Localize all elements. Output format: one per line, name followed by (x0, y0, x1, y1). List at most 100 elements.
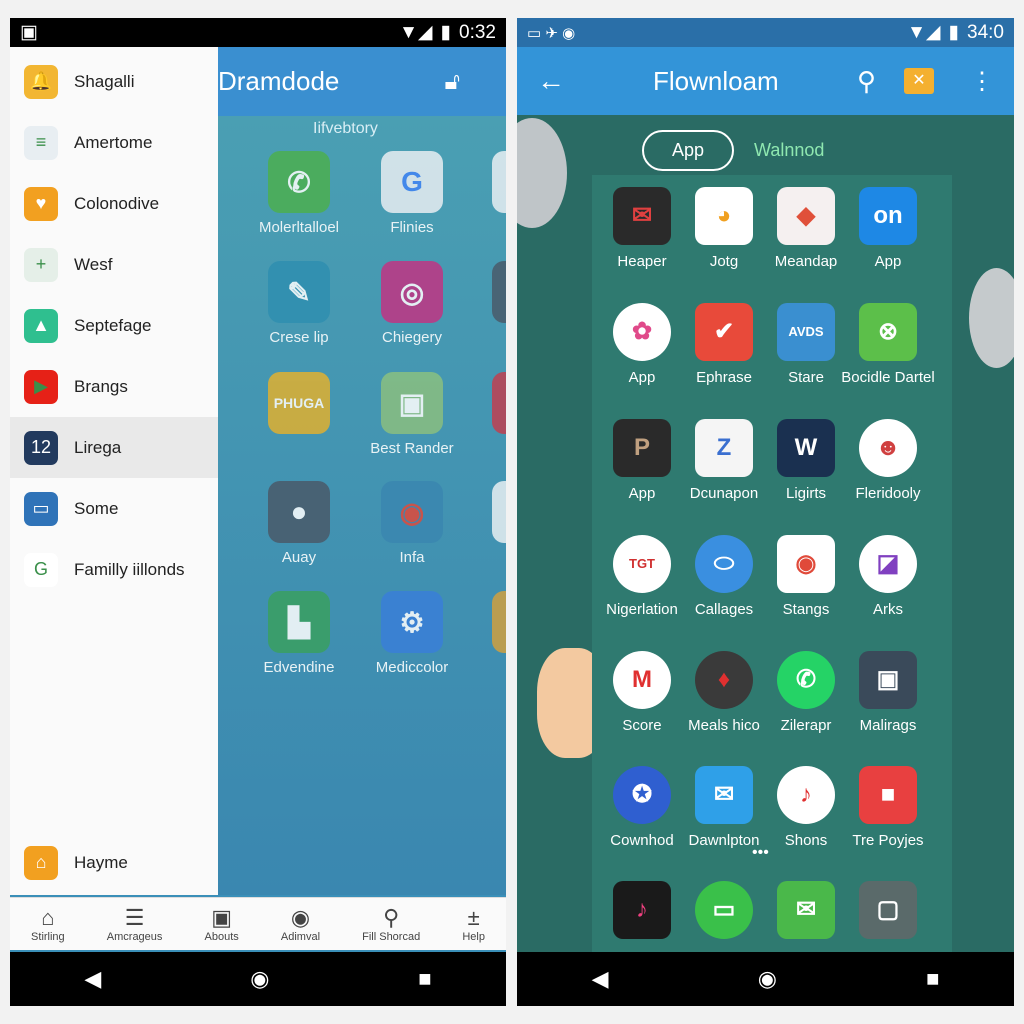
more-options-icon[interactable]: ⋮ (970, 67, 994, 96)
home-circle-icon[interactable]: ◉ (758, 966, 777, 992)
app-icon-malirags[interactable]: ▣ Malirags (840, 651, 936, 735)
app-icon-image: G (381, 151, 443, 213)
app-icon-image: ▤ (492, 591, 506, 653)
app-icon-blank[interactable]: ◐ (468, 151, 506, 219)
app-icon-arks[interactable]: ◪ Arks (840, 535, 936, 619)
back-icon[interactable]: ◀ (84, 966, 101, 992)
notification-icons: ▭ ✈ ◉ (527, 24, 576, 42)
recents-icon[interactable]: ■ (926, 966, 939, 992)
system-nav-bar: ◀ ◉ ■ (10, 952, 506, 1006)
app-icon-image (492, 481, 506, 543)
app-icon-blank[interactable]: ▢ (840, 881, 936, 947)
bottom-nav-stirling[interactable]: ⌂ Stirling (31, 905, 65, 943)
app-icon-blank[interactable]: PHUGA (244, 372, 354, 440)
app-label: Flinies (390, 219, 434, 236)
app-icon-blank[interactable] (468, 261, 506, 329)
app-icon-chiegery[interactable]: ◎ Chiegery (357, 261, 467, 346)
app-label: Fleridooly (855, 485, 921, 502)
app-icon-image: ■ (859, 766, 917, 824)
app-title: Flownloam (653, 65, 779, 96)
drawer-item-colonodive[interactable]: ♥ Colonodive (10, 173, 218, 234)
drawer-item-wesf[interactable]: + Wesf (10, 234, 218, 295)
back-arrow-icon[interactable]: ← (537, 65, 565, 97)
app-icon-image: ✉ (695, 766, 753, 824)
home-circle-icon[interactable]: ◉ (250, 966, 269, 992)
bottom-nav-label: Adimval (280, 931, 321, 943)
app-icon-mec[interactable]: Mec (468, 481, 506, 566)
app-icon-image: ▢ (859, 881, 917, 939)
drawer-item-amertome[interactable]: ≡ Amertome (10, 112, 218, 173)
drawer-item-lirega[interactable]: 12 Lirega (10, 417, 218, 478)
bottom-nav-label: Stirling (31, 931, 65, 943)
app-title: Dramdode (218, 66, 340, 96)
bottom-nav-amcrageus[interactable]: ☰ Amcrageus (107, 905, 163, 943)
drawer-item-label: Amertome (74, 132, 153, 152)
plus-icon: + (24, 247, 58, 282)
drawer-item-some[interactable]: ▭ Some (10, 478, 218, 539)
app-icon-image: ◎ (381, 261, 443, 323)
app-icon-bocidle-dartel[interactable]: ⊗ Bocidle Dartel (840, 303, 936, 387)
lock-icon[interactable]: 🔓︎ (444, 68, 460, 96)
app-icon-best-rander[interactable]: ▣ Best Rander (357, 372, 467, 457)
app-icon-image: PHUGA (268, 372, 330, 434)
status-time: 34:0 (967, 21, 1004, 43)
app-icon-image: P (613, 419, 671, 477)
app-label: Infa (399, 549, 425, 566)
wifi-icon: ▼◢ (907, 22, 941, 43)
app-icon-image: ☻ (859, 419, 917, 477)
drawer-item-familly-iillonds[interactable]: G Familly iillonds (10, 539, 218, 600)
app-icon-image: ◐ (492, 151, 506, 213)
app-icon-image: ♪ (777, 766, 835, 824)
drawer-item-label: Shagalli (74, 71, 135, 91)
app-icon-image: ✆ (777, 651, 835, 709)
mail-icon[interactable]: ✕ (904, 68, 934, 94)
balloon-decoration (969, 268, 1014, 368)
app-icon-flinies[interactable]: G Flinies (357, 151, 467, 236)
app-icon-tre-poyjes[interactable]: ■ Tre Poyjes (840, 766, 936, 850)
app-icon-app[interactable]: on App (840, 187, 936, 271)
bottom-nav-fill-shorcad[interactable]: ⚲ Fill Shorcad (362, 905, 420, 943)
app-icon-image: ✪ (613, 766, 671, 824)
tab-app[interactable]: App (642, 130, 735, 171)
bottom-nav-help[interactable]: ± Help (462, 905, 485, 943)
chart-icon: ≡ (24, 125, 58, 160)
app-icon-blank[interactable]: ◆ (468, 372, 506, 440)
app-icon-fleridooly[interactable]: ☻ Fleridooly (840, 419, 936, 503)
app-label: Best Rander (370, 440, 454, 457)
drawer-item-shagalli[interactable]: 🔔 Shagalli (10, 51, 218, 112)
app-icon-image: ▭ (695, 881, 753, 939)
app-icon-edvendine[interactable]: ▙ Edvendine (244, 591, 354, 676)
calendar-icon: 12 (24, 430, 58, 465)
app-icon-infa[interactable]: ◉ Infa (357, 481, 467, 566)
app-icon-image: ✔ (695, 303, 753, 361)
app-icon-image: ♦ (695, 651, 753, 709)
plus-icon: ± (467, 905, 480, 930)
recents-icon[interactable]: ■ (418, 966, 431, 992)
bottom-nav-adimval[interactable]: ◉ Adimval (281, 905, 320, 943)
bottom-nav-label: Amcrageus (106, 931, 163, 943)
app-icon-crese-lip[interactable]: ✎ Crese lip (244, 261, 354, 346)
bottom-nav-abouts[interactable]: ▣ Abouts (205, 905, 239, 943)
list-icon: ☰ (124, 905, 145, 930)
drawer-item-brangs[interactable]: ▶ Brangs (10, 356, 218, 417)
app-icon-auay[interactable]: ● Auay (244, 481, 354, 566)
bottom-nav-label: Fill Shorcad (362, 931, 421, 943)
tab-walnnod[interactable]: Walnnod (754, 140, 824, 161)
app-icon-molerltalloel[interactable]: ✆ Molerltalloel (244, 151, 354, 236)
app-label: Crese lip (269, 329, 329, 346)
app-icon-image: ✉ (777, 881, 835, 939)
app-icon-pro[interactable]: ▤ Pro (468, 591, 506, 676)
target-icon: ◉ (290, 905, 311, 930)
app-icon-mediccolor[interactable]: ⚙ Mediccolor (357, 591, 467, 676)
search-icon[interactable]: ⚲ (857, 66, 876, 97)
bottom-nav-label: Help (462, 931, 485, 943)
left-phone: ▣ ▼◢ ▮ 0:32 Dramdode 🔓︎ Iifvebtory ✆ Molerl… (10, 18, 506, 1006)
back-icon[interactable]: ◀ (592, 966, 609, 992)
drawer-item-septefage[interactable]: ▲ Septefage (10, 295, 218, 356)
drawer-item-hayme[interactable]: ⌂ Hayme (10, 832, 218, 893)
youtube-icon: ▶ (24, 369, 58, 404)
balloon-decoration (517, 118, 567, 228)
app-icon-image: ⬭ (695, 535, 753, 593)
app-icon-image: AVDS (777, 303, 835, 361)
app-icon-image: ♪ (613, 881, 671, 939)
